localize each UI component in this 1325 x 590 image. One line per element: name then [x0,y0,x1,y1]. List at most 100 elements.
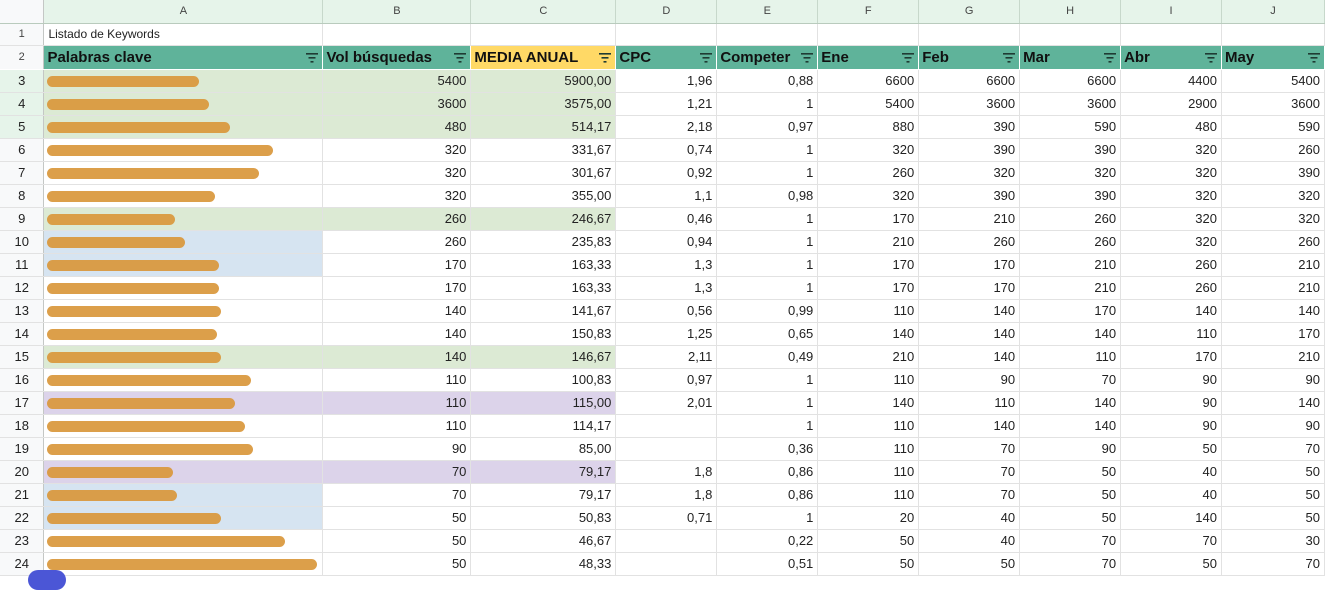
cell-abr[interactable]: 90 [1120,368,1222,392]
cell-may[interactable]: 3600 [1221,92,1325,116]
cell-cpc[interactable]: 0,46 [615,207,718,231]
cell-feb[interactable]: 40 [918,529,1021,553]
cell-abr[interactable]: 90 [1120,414,1222,438]
cell-vol[interactable]: 70 [322,460,472,484]
cell-feb[interactable]: 140 [918,299,1021,323]
cell-media[interactable]: 114,17 [470,414,617,438]
keyword-cell[interactable] [43,161,324,185]
cell-media[interactable]: 85,00 [470,437,617,461]
cell-ene[interactable]: 880 [817,115,920,139]
cell-mar[interactable]: 390 [1019,184,1122,208]
cell-ene[interactable]: 320 [817,184,920,208]
cell-cpc[interactable]: 1,3 [615,276,718,300]
cell-vol[interactable]: 140 [322,345,472,369]
header-apr[interactable]: Abr [1120,45,1222,70]
cell-may[interactable]: 70 [1221,437,1325,461]
cell-may[interactable]: 140 [1221,391,1325,415]
cell-ene[interactable]: 5400 [817,92,920,116]
cell-comp[interactable]: 0,36 [716,437,819,461]
cell-ene[interactable]: 320 [817,138,920,162]
cell-may[interactable]: 50 [1221,460,1325,484]
cell-media[interactable]: 48,33 [470,552,617,576]
cell-comp[interactable]: 0,86 [716,460,819,484]
cell-cpc[interactable] [615,552,718,576]
cell[interactable] [817,23,920,46]
cell-vol[interactable]: 260 [322,230,472,254]
cell-may[interactable]: 5400 [1221,69,1325,93]
column-header-d[interactable]: D [615,0,718,24]
cell-mar[interactable]: 140 [1019,322,1122,346]
cell[interactable] [1221,23,1325,46]
keyword-cell[interactable] [43,230,324,254]
cell-may[interactable]: 210 [1221,276,1325,300]
cell-abr[interactable]: 260 [1120,253,1222,277]
cell-comp[interactable]: 1 [716,391,819,415]
fab-button[interactable] [28,570,66,590]
cell-media[interactable]: 331,67 [470,138,617,162]
cell-may[interactable]: 390 [1221,161,1325,185]
cell-mar[interactable]: 260 [1019,207,1122,231]
cell-feb[interactable]: 110 [918,391,1021,415]
cell-ene[interactable]: 140 [817,391,920,415]
cell-feb[interactable]: 390 [918,184,1021,208]
cell-mar[interactable]: 70 [1019,529,1122,553]
cell-vol[interactable]: 110 [322,414,472,438]
cell-comp[interactable]: 1 [716,207,819,231]
row-number[interactable]: 23 [0,529,45,553]
header-annual-average[interactable]: MEDIA ANUAL [470,45,617,70]
cell-comp[interactable]: 0,65 [716,322,819,346]
cell-ene[interactable]: 210 [817,345,920,369]
cell-may[interactable]: 260 [1221,230,1325,254]
cell-mar[interactable]: 170 [1019,299,1122,323]
cell[interactable] [470,23,617,46]
cell-abr[interactable]: 480 [1120,115,1222,139]
cell-ene[interactable]: 170 [817,207,920,231]
cell-feb[interactable]: 70 [918,437,1021,461]
cell-media[interactable]: 150,83 [470,322,617,346]
cell-mar[interactable]: 590 [1019,115,1122,139]
keyword-cell[interactable] [43,368,324,392]
cell-abr[interactable]: 2900 [1120,92,1222,116]
cell-abr[interactable]: 320 [1120,230,1222,254]
cell-mar[interactable]: 50 [1019,506,1122,530]
cell-feb[interactable]: 90 [918,368,1021,392]
cell-feb[interactable]: 390 [918,115,1021,139]
cell-mar[interactable]: 210 [1019,276,1122,300]
keyword-cell[interactable] [43,69,324,93]
keyword-cell[interactable] [43,299,324,323]
column-header-e[interactable]: E [716,0,819,24]
cell-mar[interactable]: 260 [1019,230,1122,254]
keyword-cell[interactable] [43,253,324,277]
keyword-cell[interactable] [43,345,324,369]
cell-cpc[interactable]: 0,94 [615,230,718,254]
cell-abr[interactable]: 110 [1120,322,1222,346]
cell-abr[interactable]: 260 [1120,276,1222,300]
cell-abr[interactable]: 140 [1120,299,1222,323]
row-number[interactable]: 5 [0,115,45,139]
cell-media[interactable]: 163,33 [470,253,617,277]
filter-icon[interactable] [306,52,319,63]
cell-media[interactable]: 246,67 [470,207,617,231]
cell-media[interactable]: 79,17 [470,460,617,484]
header-cpc[interactable]: CPC [615,45,718,70]
cell-vol[interactable]: 320 [322,184,472,208]
cell-abr[interactable]: 50 [1120,552,1222,576]
header-competition[interactable]: Competer [716,45,819,70]
cell-ene[interactable]: 260 [817,161,920,185]
cell-ene[interactable]: 170 [817,276,920,300]
header-feb[interactable]: Feb [918,45,1021,70]
cell-ene[interactable]: 6600 [817,69,920,93]
header-mar[interactable]: Mar [1019,45,1122,70]
cell-vol[interactable]: 110 [322,391,472,415]
row-number[interactable]: 1 [0,23,45,46]
filter-icon[interactable] [1308,52,1320,63]
column-header-f[interactable]: F [817,0,920,24]
cell-cpc[interactable]: 0,92 [615,161,718,185]
cell-media[interactable]: 355,00 [470,184,617,208]
cell-may[interactable]: 320 [1221,184,1325,208]
keyword-cell[interactable] [43,138,324,162]
cell[interactable] [615,23,718,46]
cell-comp[interactable]: 1 [716,138,819,162]
cell-cpc[interactable]: 1,21 [615,92,718,116]
cell-comp[interactable]: 1 [716,506,819,530]
